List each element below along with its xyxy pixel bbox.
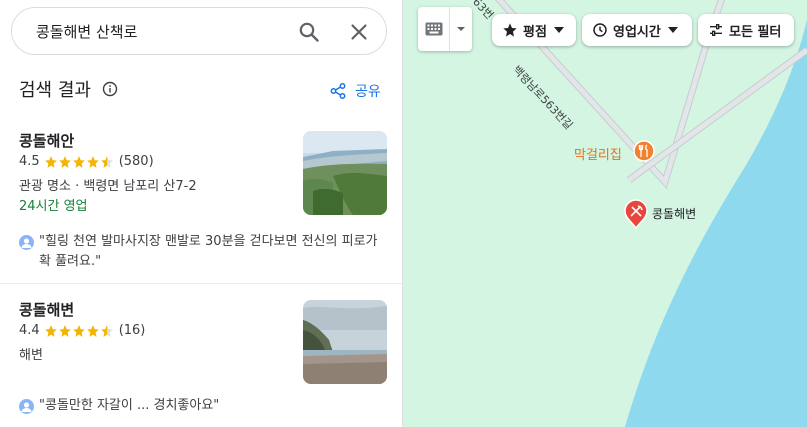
filter-hours-label: 영업시간 [613, 24, 661, 40]
star-half-icon [100, 155, 113, 168]
beach-label[interactable]: 콩돌해변 [652, 205, 696, 222]
rating-value: 4.5 [19, 154, 40, 169]
rating-row: 4.4 (16) [19, 323, 145, 338]
review-count: (16) [118, 323, 146, 338]
category-address: 해변 [19, 348, 43, 363]
star-icon [58, 324, 71, 337]
star-icon [72, 324, 85, 337]
star-icon [44, 324, 57, 337]
chevron-down-icon[interactable] [456, 26, 466, 32]
avatar [19, 399, 34, 414]
rating-value: 4.4 [19, 323, 40, 338]
sea-area [625, 20, 807, 427]
separator [449, 7, 450, 51]
review-snippet: "콩돌만한 자갈이 ... 경치좋아요" [19, 396, 389, 416]
star-icon [72, 155, 85, 168]
results-panel: 콩돌해변 산책로 검색 결과 공유 콩돌해안 4.5 (580) 관광 명소 ·… [0, 0, 403, 427]
keyboard-icon [425, 22, 443, 36]
chevron-down-icon [553, 27, 564, 33]
info-icon[interactable] [102, 81, 118, 97]
close-icon[interactable] [347, 20, 371, 44]
restaurant-label[interactable]: 막걸리집 [574, 144, 622, 163]
star-icon [86, 324, 99, 337]
search-bar[interactable]: 콩돌해변 산책로 [11, 7, 387, 55]
review-text: "힐링 천연 발마사지장 맨발로 30분을 걷다보면 전신의 피로가 확 풀려요… [39, 234, 378, 269]
star-rating [44, 324, 114, 338]
share-icon [330, 83, 346, 99]
chevron-down-icon [667, 27, 678, 33]
share-label: 공유 [355, 84, 381, 100]
all-filters-label: 모든 필터 [729, 24, 782, 40]
star-half-icon [100, 324, 113, 337]
keyboard-shortcuts-button[interactable] [418, 7, 472, 51]
restaurant-pin-icon[interactable] [633, 140, 655, 162]
star-rating [44, 155, 114, 169]
map-canvas[interactable]: 백령남로563번길 63번 막걸리집 콩돌해변 [403, 0, 807, 427]
place-photo[interactable] [303, 300, 387, 384]
star-icon [44, 155, 57, 168]
review-text: "콩돌만한 자갈이 ... 경치좋아요" [39, 398, 220, 413]
result-title[interactable]: 콩돌해안 [19, 130, 74, 151]
avatar [19, 235, 34, 250]
review-snippet: "힐링 천연 발마사지장 맨발로 30분을 걷다보면 전신의 피로가 확 풀려요… [19, 232, 389, 272]
share-button[interactable]: 공유 [330, 80, 381, 102]
all-filters-button[interactable]: 모든 필터 [698, 14, 794, 46]
place-photo[interactable] [303, 131, 387, 215]
category-address: 관광 명소 · 백령면 남포리 산7-2 [19, 179, 197, 194]
result-title[interactable]: 콩돌해변 [19, 299, 74, 320]
search-icon[interactable] [297, 20, 321, 44]
star-icon [503, 23, 517, 37]
open-hours: 24시간 영업 [19, 199, 88, 214]
filter-rating-button[interactable]: 평점 [492, 14, 576, 46]
rating-row: 4.5 (580) [19, 154, 154, 169]
filter-rating-label: 평점 [523, 24, 547, 40]
star-icon [58, 155, 71, 168]
review-count: (580) [118, 154, 154, 169]
filter-hours-button[interactable]: 영업시간 [582, 14, 692, 46]
clock-icon [593, 23, 607, 37]
map-graphics [494, 0, 807, 427]
beach-pin-icon[interactable] [623, 199, 649, 229]
sliders-icon [710, 23, 722, 36]
results-title: 검색 결과 [19, 80, 91, 101]
star-icon [86, 155, 99, 168]
divider [0, 283, 402, 284]
search-input[interactable]: 콩돌해변 산책로 [36, 21, 137, 42]
